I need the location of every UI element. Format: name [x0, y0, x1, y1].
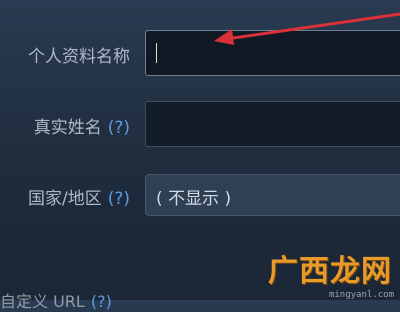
- real-name-text: 真实姓名: [33, 118, 102, 138]
- custom-url-help-icon[interactable]: (?): [91, 292, 112, 311]
- watermark-logo: 广西龙网: [268, 254, 392, 289]
- custom-url-label: 自定义 URL (?): [0, 292, 112, 311]
- real-name-help-icon[interactable]: (?): [108, 118, 130, 138]
- country-help-icon[interactable]: (?): [108, 189, 130, 209]
- country-selected-value: ( 不显示 ): [156, 189, 232, 209]
- country-text: 国家/地区: [27, 189, 102, 209]
- real-name-label: 真实姓名 (?): [34, 113, 130, 138]
- profile-name-label: 个人资料名称: [28, 47, 130, 67]
- arrow-annotation-icon: [214, 12, 400, 45]
- watermark-site: mingyanl.com: [328, 290, 394, 300]
- real-name-input[interactable]: [145, 101, 400, 147]
- text-caret: [156, 43, 157, 63]
- country-label: 国家/地区 (?): [28, 184, 130, 209]
- country-select[interactable]: ( 不显示 ): [145, 174, 400, 216]
